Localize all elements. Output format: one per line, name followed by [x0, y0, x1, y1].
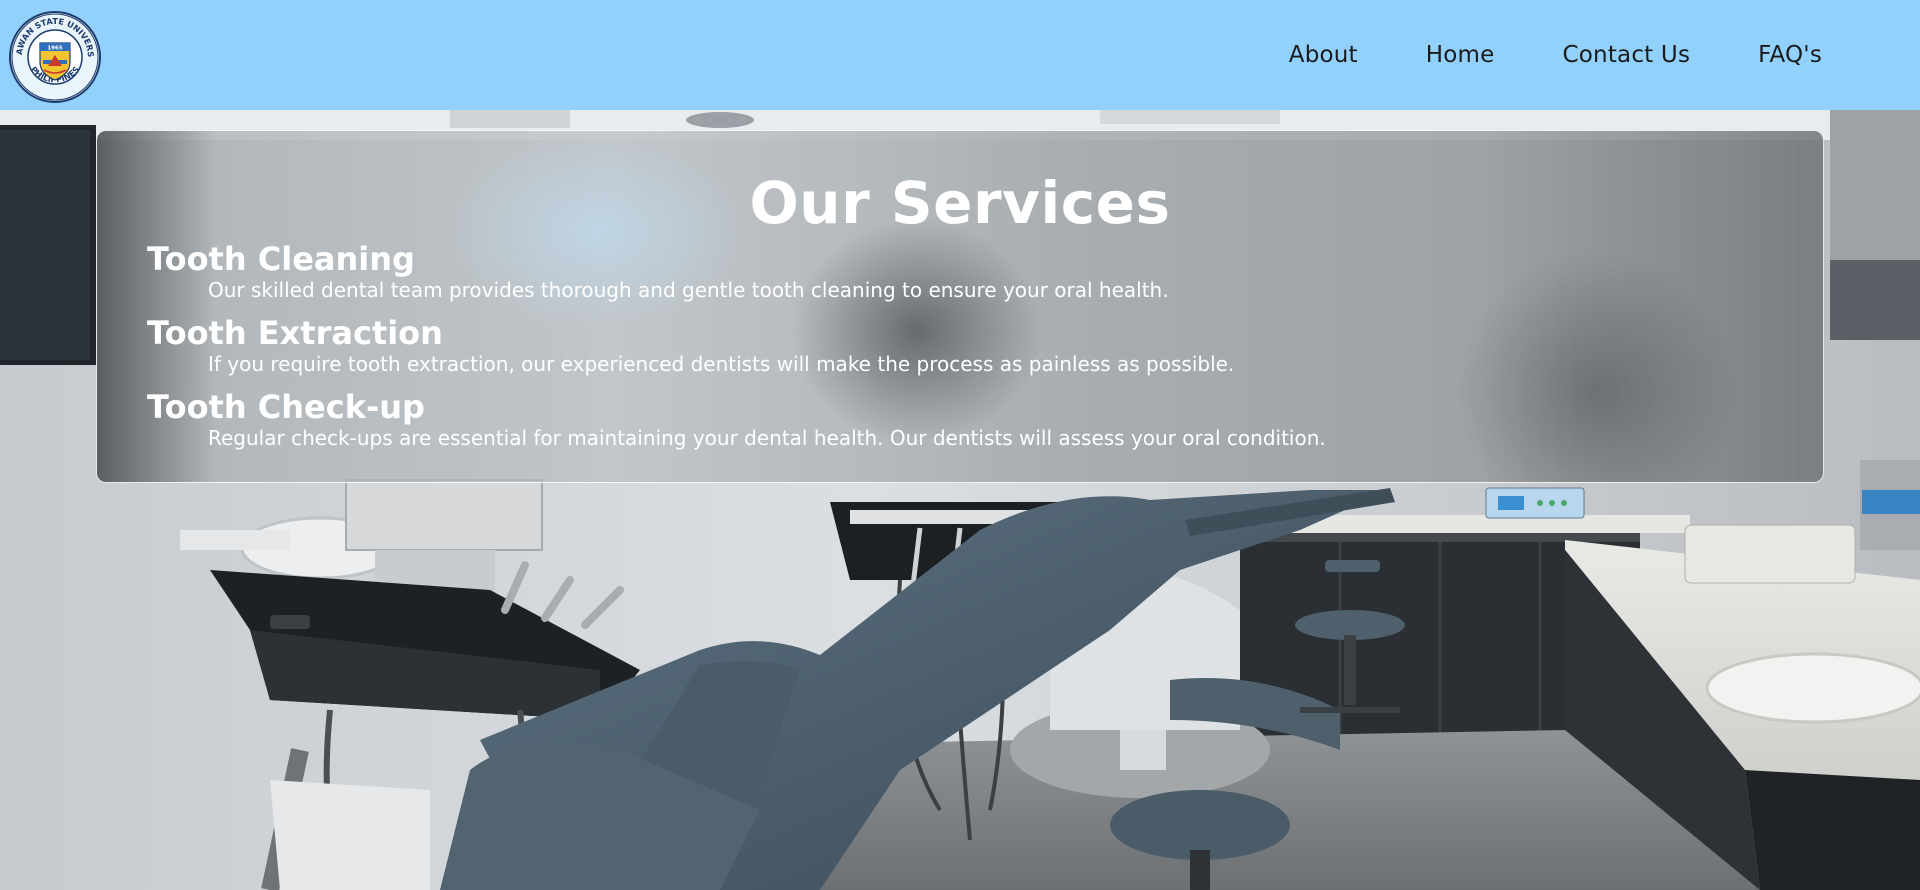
- nav-link-about[interactable]: About: [1289, 42, 1358, 68]
- service-description: If you require tooth extraction, our exp…: [208, 352, 1235, 376]
- service-description: Our skilled dental team provides thoroug…: [208, 278, 1169, 302]
- navbar: PALAWAN STATE UNIVERSITY PHILIPPINES 196…: [0, 0, 1920, 110]
- services-panel: Our Services Tooth Cleaning Our skilled …: [96, 130, 1824, 483]
- main-nav: About Home Contact Us FAQ's: [1221, 0, 1822, 110]
- nav-link-faqs[interactable]: FAQ's: [1758, 42, 1822, 68]
- nav-link-home[interactable]: Home: [1426, 42, 1495, 68]
- service-item-tooth-check-up: Tooth Check-up Regular check-ups are ess…: [147, 389, 1326, 451]
- service-description: Regular check-ups are essential for main…: [208, 426, 1326, 450]
- service-title: Tooth Extraction: [147, 314, 443, 352]
- service-item-tooth-extraction: Tooth Extraction If you require tooth ex…: [147, 315, 1234, 377]
- page-title: Our Services: [749, 169, 1171, 237]
- service-item-tooth-cleaning: Tooth Cleaning Our skilled dental team p…: [147, 241, 1169, 303]
- service-title: Tooth Cleaning: [147, 240, 415, 278]
- seal-year: 1965: [47, 46, 62, 52]
- nav-link-contact-us[interactable]: Contact Us: [1563, 42, 1691, 68]
- service-title: Tooth Check-up: [147, 388, 425, 426]
- university-seal-icon[interactable]: PALAWAN STATE UNIVERSITY PHILIPPINES 196…: [4, 2, 102, 104]
